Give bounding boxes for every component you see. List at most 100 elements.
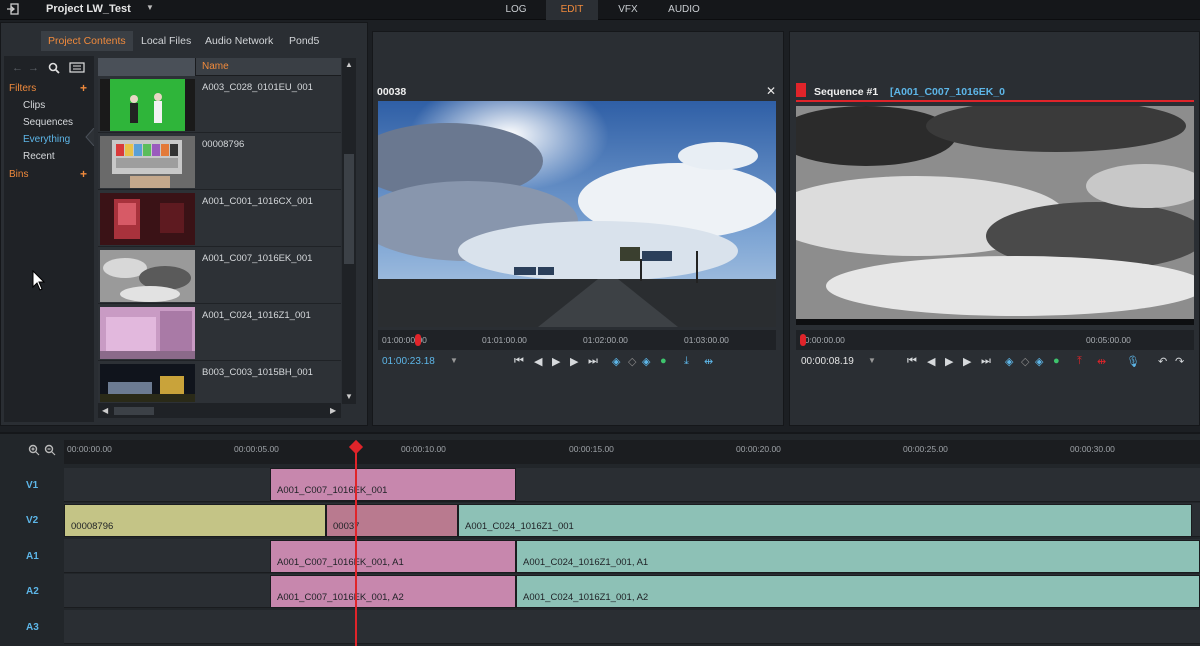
forward-arrow-icon[interactable]: → xyxy=(28,62,39,74)
mark-in-icon[interactable]: ◈ xyxy=(612,355,620,368)
lock-icon[interactable]: ● xyxy=(1053,355,1060,367)
insert-icon[interactable]: ⤓ xyxy=(684,355,689,368)
close-icon[interactable]: ✕ xyxy=(766,84,776,98)
mark-clip-icon[interactable]: ◇ xyxy=(1021,355,1029,368)
list-item[interactable]: 00008796 xyxy=(98,134,341,190)
tab-vfx[interactable]: VFX xyxy=(608,0,648,20)
step-forward-icon[interactable]: ▶ xyxy=(570,355,578,368)
record-ruler[interactable] xyxy=(796,330,1194,350)
source-timecode[interactable]: 01:00:23.18 xyxy=(382,356,435,367)
track-label-a2[interactable]: A2 xyxy=(26,586,39,597)
tab-local-files[interactable]: Local Files xyxy=(134,31,198,51)
timeline-playhead[interactable] xyxy=(355,446,357,646)
lift-icon[interactable]: ⤒ xyxy=(1077,355,1082,368)
track-v1[interactable] xyxy=(64,468,1200,502)
timeline-clip[interactable]: 00008796 xyxy=(64,504,326,537)
timeline-clip[interactable]: A001_C024_1016Z1_001, A1 xyxy=(516,540,1200,573)
source-viewer-title: 00038 xyxy=(377,86,407,98)
extract-icon[interactable]: ⇹ xyxy=(1097,355,1106,368)
search-icon[interactable] xyxy=(48,62,60,74)
go-to-end-icon[interactable]: ⏭ xyxy=(588,355,598,368)
clip-label: A001_C024_1016Z1_001 xyxy=(465,521,574,532)
timeline-clip[interactable]: A001_C007_1016EK_001 xyxy=(270,468,516,501)
mark-out-icon[interactable]: ◈ xyxy=(642,355,650,368)
go-to-start-icon[interactable]: ⏮ xyxy=(514,355,524,368)
chevron-down-icon[interactable]: ▼ xyxy=(868,356,876,365)
filters-header: Filters xyxy=(9,83,37,94)
list-item[interactable]: A001_C007_1016EK_001 xyxy=(98,248,341,304)
filter-item-everything[interactable]: Everything xyxy=(23,134,70,145)
track-label-v2[interactable]: V2 xyxy=(26,515,38,526)
track-label-a3[interactable]: A3 xyxy=(26,622,39,633)
source-playhead[interactable] xyxy=(415,334,421,346)
ruler-tick: 01:02:00.00 xyxy=(583,335,628,345)
step-forward-icon[interactable]: ▶ xyxy=(963,355,971,368)
scroll-thumb[interactable] xyxy=(344,154,354,264)
ruler-tick: 00:00:05.00 xyxy=(234,444,279,454)
scroll-left-icon[interactable]: ◀ xyxy=(102,406,108,415)
mark-out-icon[interactable]: ◈ xyxy=(1035,355,1043,368)
clip-thumbnail xyxy=(100,364,195,402)
filter-item-clips[interactable]: Clips xyxy=(23,100,45,111)
go-to-start-icon[interactable]: ⏮ xyxy=(907,355,917,368)
tab-edit[interactable]: EDIT xyxy=(546,0,598,20)
clip-label: A001_C007_1016EK_001, A1 xyxy=(277,557,404,568)
horizontal-scrollbar[interactable]: ◀ ▶ xyxy=(98,404,341,418)
project-title[interactable]: Project LW_Test xyxy=(46,3,131,15)
tab-project-contents[interactable]: Project Contents xyxy=(41,31,133,51)
track-label-a1[interactable]: A1 xyxy=(26,551,39,562)
timeline-clip[interactable]: A001_C007_1016EK_001, A2 xyxy=(270,575,516,608)
bookmark-icon xyxy=(796,83,806,97)
thumbnail-column-header[interactable] xyxy=(98,58,196,76)
add-bin-icon[interactable]: + xyxy=(80,167,87,181)
list-item[interactable]: B003_C003_1015BH_001 xyxy=(98,362,341,404)
mark-in-icon[interactable]: ◈ xyxy=(1005,355,1013,368)
step-back-icon[interactable]: ◀ xyxy=(927,355,935,368)
go-to-end-icon[interactable]: ⏭ xyxy=(981,355,991,368)
timeline-clip[interactable]: A001_C024_1016Z1_001, A2 xyxy=(516,575,1200,608)
zoom-out-icon[interactable] xyxy=(44,444,56,456)
tab-audio[interactable]: AUDIO xyxy=(660,0,708,20)
ruler-tick: 00:05:00.00 xyxy=(1086,335,1131,345)
overwrite-icon[interactable]: ⇹ xyxy=(704,355,713,368)
scroll-down-icon[interactable]: ▼ xyxy=(345,392,353,401)
hscroll-thumb[interactable] xyxy=(114,407,154,415)
add-filter-icon[interactable]: + xyxy=(80,81,87,95)
back-arrow-icon[interactable]: ← xyxy=(12,62,23,74)
list-item[interactable]: A001_C024_1016Z1_001 xyxy=(98,305,341,361)
mark-clip-icon[interactable]: ◇ xyxy=(628,355,636,368)
step-back-icon[interactable]: ◀ xyxy=(534,355,542,368)
play-icon[interactable]: ▶ xyxy=(945,355,953,368)
track-a3[interactable] xyxy=(64,610,1200,644)
tab-log[interactable]: LOG xyxy=(494,0,538,20)
redo-icon[interactable]: ↷ xyxy=(1175,355,1184,368)
timeline-clip[interactable]: A001_C024_1016Z1_001 xyxy=(458,504,1192,537)
filter-item-recent[interactable]: Recent xyxy=(23,151,55,162)
chevron-down-icon[interactable]: ▼ xyxy=(146,3,154,12)
clip-thumbnail xyxy=(100,79,195,131)
track-label-v1[interactable]: V1 xyxy=(26,480,38,491)
filter-item-sequences[interactable]: Sequences xyxy=(23,117,73,128)
ruler-tick: 01:01:00.00 xyxy=(482,335,527,345)
record-timecode[interactable]: 00:00:08.19 xyxy=(801,356,854,367)
microphone-icon[interactable]: 🎙 xyxy=(1126,355,1140,368)
undo-icon[interactable]: ↶ xyxy=(1158,355,1167,368)
record-playhead[interactable] xyxy=(800,334,806,346)
tab-audio-network[interactable]: Audio Network xyxy=(198,31,280,51)
scroll-up-icon[interactable]: ▲ xyxy=(345,60,353,69)
name-column-header[interactable]: Name xyxy=(202,61,229,72)
bins-header: Bins xyxy=(9,169,29,180)
list-item[interactable]: A001_C001_1016CX_001 xyxy=(98,191,341,247)
play-icon[interactable]: ▶ xyxy=(552,355,560,368)
lock-icon[interactable]: ● xyxy=(660,355,667,367)
zoom-in-icon[interactable] xyxy=(28,444,40,456)
list-item[interactable]: A003_C028_0101EU_001 xyxy=(98,77,341,133)
exit-icon[interactable] xyxy=(6,2,20,16)
scroll-right-icon[interactable]: ▶ xyxy=(330,406,336,415)
timeline-clip[interactable]: 00037 xyxy=(326,504,458,537)
vertical-scrollbar[interactable]: ▲ ▼ xyxy=(342,58,356,404)
tab-pond5[interactable]: Pond5 xyxy=(282,31,326,51)
list-view-icon[interactable] xyxy=(69,62,85,73)
chevron-down-icon[interactable]: ▼ xyxy=(450,356,458,365)
timeline-clip[interactable]: A001_C007_1016EK_001, A1 xyxy=(270,540,516,573)
